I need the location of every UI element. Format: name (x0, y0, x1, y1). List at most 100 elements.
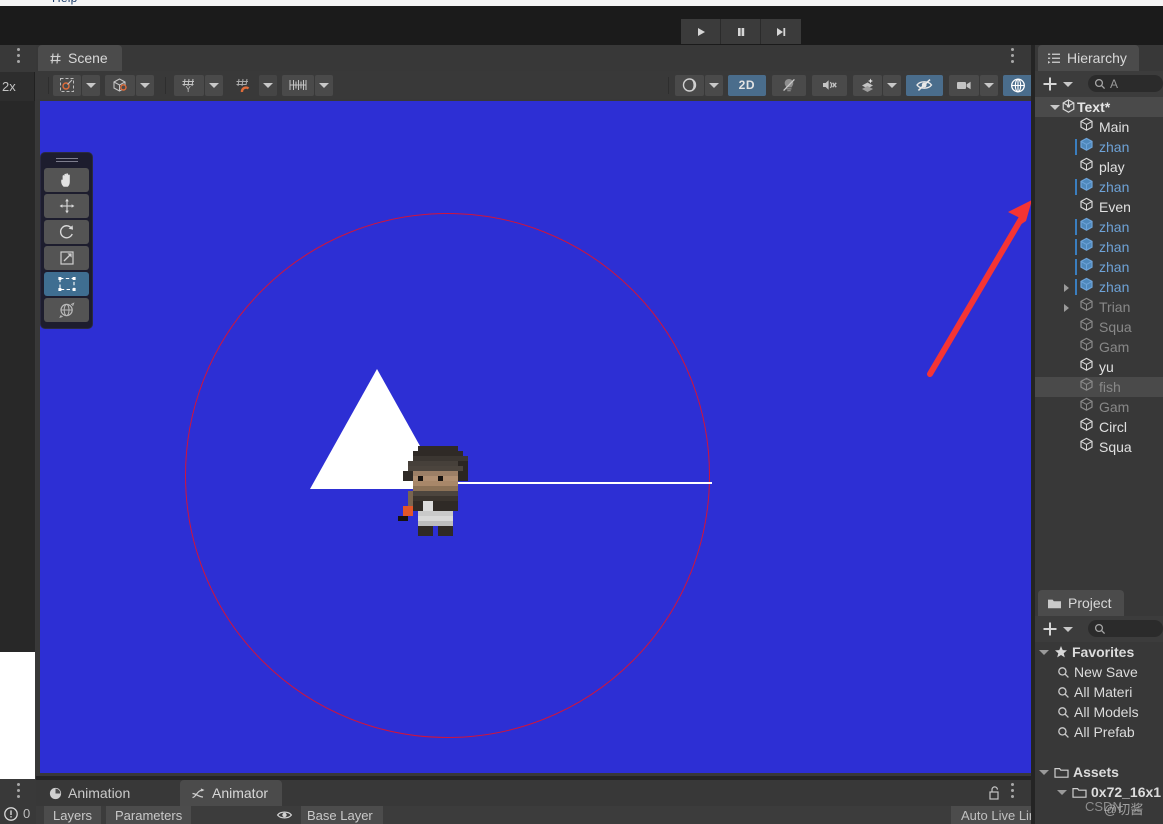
pivot-rotation-dropdown[interactable] (53, 74, 105, 96)
project-add-dropdown[interactable] (1041, 620, 1073, 638)
scene-viewport[interactable] (40, 101, 1031, 773)
chevron-down-icon[interactable] (1039, 649, 1049, 655)
project-item-assets[interactable]: Assets (1035, 762, 1163, 782)
hierarchy-search-input[interactable]: A (1088, 75, 1163, 92)
layer-visibility-toggle[interactable] (276, 808, 293, 824)
audio-toggle[interactable] (812, 74, 847, 96)
pivot-center-icon-button[interactable] (53, 74, 81, 96)
project-list[interactable]: Favorites New Save All Materi All Models All… (1035, 642, 1163, 824)
subtab-parameters[interactable]: Parameters (106, 806, 192, 824)
gizmos-toggle[interactable] (1003, 74, 1033, 96)
prefab-cube-icon (1080, 277, 1093, 291)
prefab-modified-marker (1075, 179, 1077, 195)
grid-y-axis-icon-button[interactable]: Y (174, 74, 204, 96)
hierarchy-item-zhan[interactable]: zhan (1035, 177, 1163, 197)
hierarchy-item-zhan[interactable]: zhan (1035, 257, 1163, 277)
tab-animation[interactable]: Animation (38, 780, 144, 806)
handle-space-dropdown[interactable] (105, 74, 159, 96)
camera-caret[interactable] (980, 74, 998, 96)
tab-hierarchy[interactable]: Hierarchy (1038, 45, 1139, 71)
hierarchy-item-zhan[interactable]: zhan (1035, 217, 1163, 237)
subtab-layers[interactable]: Layers (44, 806, 102, 824)
hierarchy-item-squa[interactable]: Squa (1035, 437, 1163, 457)
breadcrumb-base-layer[interactable]: Base Layer (301, 806, 383, 824)
tab-animator[interactable]: Animator (180, 780, 283, 806)
hierarchy-item-zhan[interactable]: zhan (1035, 277, 1163, 297)
grid-size-caret[interactable] (315, 74, 333, 96)
status-bar-warning[interactable]: 0 (4, 806, 30, 821)
chevron-right-icon[interactable] (1064, 284, 1069, 292)
project-item-new-save[interactable]: New Save (1035, 662, 1163, 682)
project-item-all-models[interactable]: All Models (1035, 702, 1163, 722)
hierarchy-item-main[interactable]: Main (1035, 117, 1163, 137)
project-item-favorites[interactable]: Favorites (1035, 642, 1163, 662)
hierarchy-item-label: zhan (1099, 239, 1130, 255)
grid-ruler-icon-button[interactable] (282, 74, 314, 96)
grid-magnet-icon-button[interactable] (228, 75, 258, 96)
tab-scene[interactable]: Scene (38, 45, 122, 71)
grid-axis-dropdown[interactable]: Y (174, 74, 228, 96)
camera-dropdown[interactable] (949, 74, 1003, 96)
animation-panel-menu-kebab[interactable] (1007, 783, 1017, 803)
grid-size-dropdown[interactable] (282, 74, 338, 96)
chevron-down-icon[interactable] (1039, 769, 1049, 775)
hierarchy-root-scene[interactable]: Text* (1035, 97, 1163, 117)
hierarchy-item-gam[interactable]: Gam (1035, 337, 1163, 357)
scale-tool[interactable] (44, 246, 89, 270)
effects-caret[interactable] (883, 74, 901, 96)
play-button[interactable] (681, 19, 721, 44)
palette-drag-handle[interactable] (55, 158, 78, 164)
hierarchy-item-squa[interactable]: Squa (1035, 317, 1163, 337)
left-bottom-menu-kebab[interactable] (13, 783, 23, 803)
handle-space-caret[interactable] (136, 74, 154, 96)
camera-icon-button[interactable] (949, 74, 979, 96)
hand-tool[interactable] (44, 168, 89, 192)
2d-toggle[interactable]: 2D (727, 74, 766, 96)
grid-y-axis-icon: Y (182, 78, 194, 93)
project-search-input[interactable] (1088, 620, 1163, 637)
pivot-rotation-caret[interactable] (82, 74, 100, 96)
project-item-all-materi[interactable]: All Materi (1035, 682, 1163, 702)
project-item-all-prefab[interactable]: All Prefab (1035, 722, 1163, 742)
draw-mode-caret[interactable] (704, 74, 723, 96)
hierarchy-add-dropdown[interactable] (1041, 75, 1073, 93)
hierarchy-item-trian[interactable]: Trian (1035, 297, 1163, 317)
menu-item-help[interactable]: Help (52, 0, 77, 5)
cube-pivot-icon-button[interactable] (105, 74, 135, 96)
effects-dropdown[interactable] (853, 74, 906, 96)
chevron-down-icon[interactable] (1050, 105, 1060, 110)
shaded-sphere-icon-button[interactable] (674, 74, 704, 96)
transform-tool[interactable] (44, 298, 89, 322)
rect-tool[interactable] (44, 272, 89, 296)
chevron-right-icon[interactable] (1064, 304, 1069, 312)
pause-button[interactable] (721, 19, 761, 44)
zoom-level-tab[interactable]: 2x (0, 72, 35, 101)
scene-panel-menu-kebab[interactable] (1007, 48, 1017, 68)
chevron-down-icon[interactable] (1057, 789, 1067, 795)
left-panel-menu-kebab[interactable] (13, 48, 23, 68)
hierarchy-item-yu[interactable]: yu (1035, 357, 1163, 377)
rotate-tool[interactable] (44, 220, 89, 244)
plus-icon (1043, 622, 1057, 636)
draw-mode-dropdown[interactable] (674, 74, 728, 96)
hierarchy-item-zhan[interactable]: zhan (1035, 237, 1163, 257)
grid-axis-caret[interactable] (205, 74, 223, 96)
hierarchy-item-fish[interactable]: fish (1035, 377, 1163, 397)
grid-snap-caret[interactable] (259, 74, 277, 96)
lighting-toggle[interactable] (772, 74, 806, 96)
tab-project[interactable]: Project (1038, 590, 1124, 616)
player-character-sprite[interactable] (398, 441, 493, 551)
hierarchy-item-zhan[interactable]: zhan (1035, 137, 1163, 157)
fx-layers-icon-button[interactable] (853, 74, 882, 96)
move-tool[interactable] (44, 194, 89, 218)
hidden-objects-toggle[interactable] (906, 74, 943, 96)
hierarchy-item-play[interactable]: play (1035, 157, 1163, 177)
folder-icon (1072, 787, 1087, 798)
step-button[interactable] (761, 19, 801, 44)
hierarchy-list[interactable]: Main zhan play zhan Even zhan zhan zhan zhan Tria… (1035, 117, 1163, 590)
lock-toggle[interactable] (987, 785, 1001, 806)
hierarchy-item-gam[interactable]: Gam (1035, 397, 1163, 417)
hierarchy-item-circl[interactable]: Circl (1035, 417, 1163, 437)
grid-snap-dropdown[interactable] (228, 74, 282, 96)
hierarchy-item-even[interactable]: Even (1035, 197, 1163, 217)
